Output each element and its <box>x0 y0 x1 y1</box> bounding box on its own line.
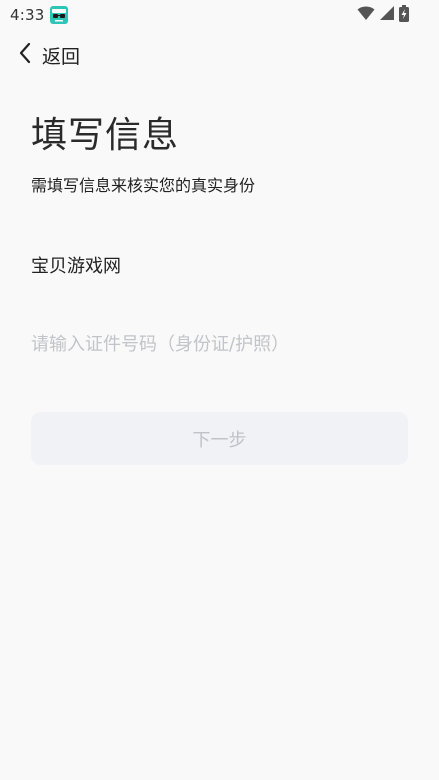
next-button[interactable]: 下一步 <box>31 412 408 465</box>
cellular-signal-icon <box>379 5 395 25</box>
chevron-left-icon <box>18 42 32 68</box>
battery-charging-icon <box>399 4 409 26</box>
wifi-icon <box>357 5 375 25</box>
page-subtitle: 需填写信息来核实您的真实身份 <box>31 176 256 195</box>
status-bar: 4:33 <box>0 0 439 30</box>
id-number-input[interactable] <box>31 329 407 359</box>
sunglasses-app-icon <box>50 6 68 24</box>
nav-bar: 返回 <box>0 38 439 72</box>
back-button[interactable]: 返回 <box>18 41 80 69</box>
name-value: 宝贝游戏网 <box>31 256 121 277</box>
page-title: 填写信息 <box>31 115 180 156</box>
back-label: 返回 <box>42 45 81 68</box>
status-indicators <box>357 4 409 26</box>
status-time: 4:33 <box>10 6 45 24</box>
